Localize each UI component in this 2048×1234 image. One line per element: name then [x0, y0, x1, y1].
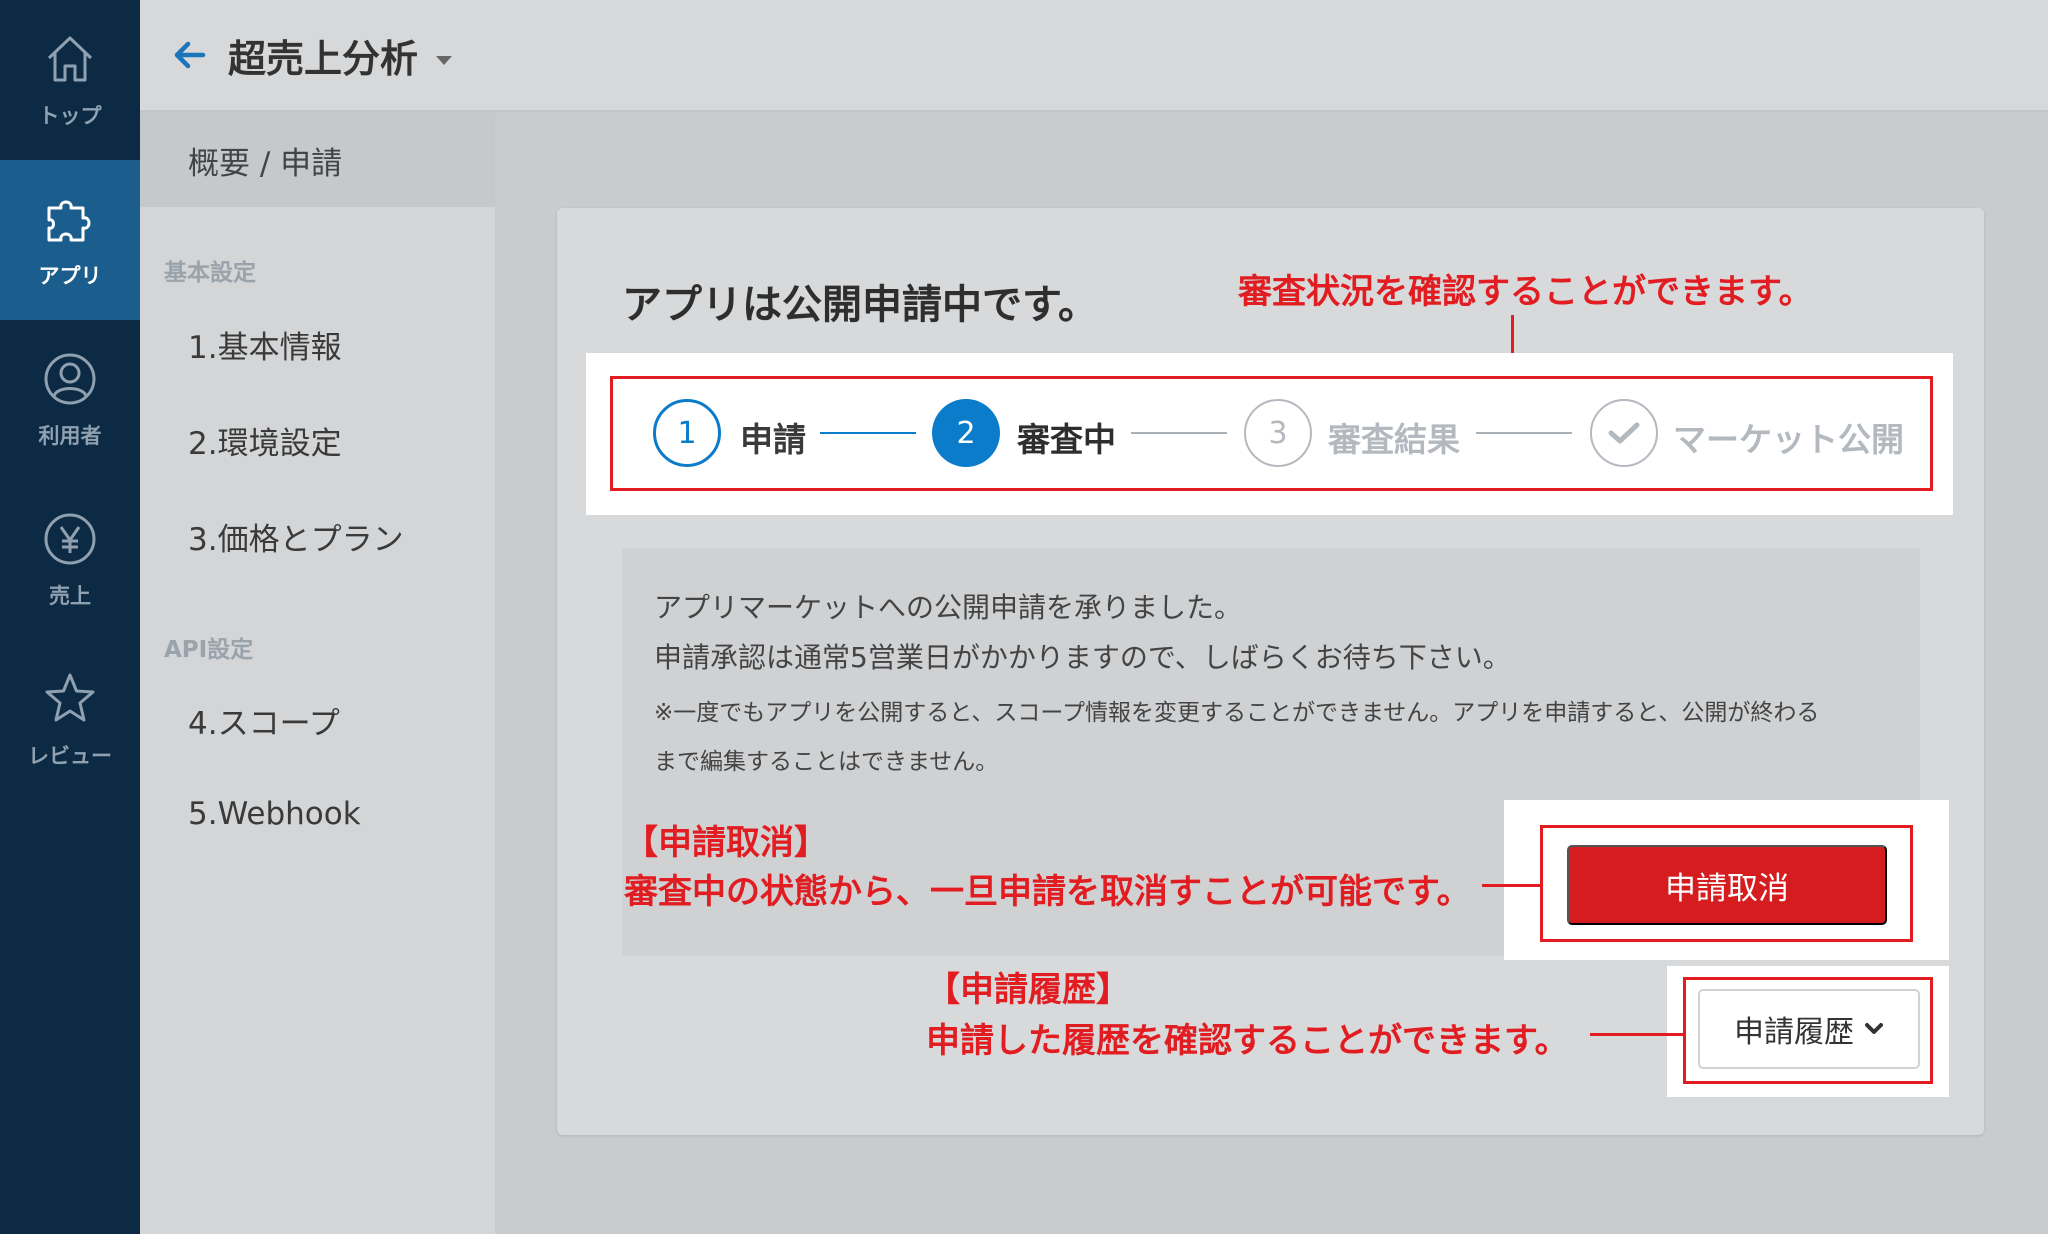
- subnav-item-environment[interactable]: 2.環境設定: [188, 418, 342, 463]
- annotation-cancel-desc: 審査中の状態から、一旦申請を取消すことが可能です。: [624, 872, 1471, 912]
- home-icon: [47, 36, 93, 82]
- step-2-circle: 2: [932, 399, 1000, 467]
- app-switch-chevron-down-icon[interactable]: [436, 55, 453, 65]
- user-icon: [44, 353, 96, 405]
- message-note-2: まで編集することはできません。: [654, 749, 999, 775]
- app-title: 超売上分析: [228, 36, 419, 81]
- puzzle-icon: [47, 200, 91, 242]
- rail-item-users[interactable]: 利用者: [0, 320, 140, 480]
- star-icon: [45, 673, 95, 722]
- subnav-item-webhook[interactable]: 5.Webhook: [188, 796, 361, 832]
- rail-item-top[interactable]: トップ: [0, 0, 140, 160]
- history-button-label: 申請履歴: [1734, 1016, 1854, 1049]
- check-icon: [1608, 422, 1640, 444]
- step-1-circle: 1: [653, 399, 721, 467]
- settings-subnav: 概要 / 申請 基本設定 1.基本情報 2.環境設定 3.価格とプラン API設…: [140, 113, 495, 1234]
- subnav-section-api: API設定: [164, 637, 254, 663]
- annotation-history-connector: [1590, 1033, 1685, 1036]
- rail-label-top: トップ: [38, 104, 102, 128]
- step-1-label: 申請: [740, 420, 806, 459]
- message-note-1: ※一度でもアプリを公開すると、スコープ情報を変更することができません。アプリを申…: [654, 700, 1820, 726]
- step-2-label: 審査中: [1017, 420, 1116, 459]
- chevron-down-icon: [1865, 1023, 1883, 1034]
- step-3-label: 審査結果: [1328, 420, 1460, 459]
- subnav-item-scope[interactable]: 4.スコープ: [188, 698, 340, 743]
- cancel-application-button[interactable]: 申請取消: [1567, 845, 1887, 925]
- subnav-item-overview[interactable]: 概要 / 申請: [140, 113, 495, 207]
- annotation-cancel-title: 【申請取消】: [624, 823, 828, 863]
- message-line-2: 申請承認は通常5営業日がかかりますので、しばらくお待ち下さい。: [654, 641, 1511, 674]
- page-title: アプリは公開申請中です。: [622, 282, 1098, 328]
- step-4-label: マーケット公開: [1673, 420, 1904, 459]
- step-4-circle: [1590, 399, 1658, 467]
- arrow-left-icon: [174, 41, 206, 69]
- yen-icon: [44, 513, 96, 565]
- annotation-history-desc: 申請した履歴を確認することができます。: [926, 1021, 1569, 1061]
- subnav-item-pricing[interactable]: 3.価格とプラン: [188, 514, 404, 559]
- annotation-history-title: 【申請履歴】: [926, 970, 1130, 1010]
- annotation-cancel-connector: [1482, 884, 1540, 887]
- rail-label-sales: 売上: [49, 584, 91, 608]
- annotation-status: 審査状況を確認することができます。: [1238, 272, 1813, 312]
- subnav-item-basic-info[interactable]: 1.基本情報: [188, 322, 342, 367]
- history-dropdown-button[interactable]: 申請履歴: [1698, 989, 1920, 1069]
- app-rail: トップ アプリ 利用者 売上 レビュー: [0, 0, 140, 1234]
- message-line-1: アプリマーケットへの公開申請を承りました。: [654, 591, 1243, 624]
- step-connector-3: [1476, 432, 1572, 434]
- step-3-circle: 3: [1244, 399, 1312, 467]
- rail-label-review: レビュー: [28, 744, 112, 768]
- rail-label-app: アプリ: [38, 264, 102, 288]
- rail-item-sales[interactable]: 売上: [0, 480, 140, 640]
- back-button[interactable]: [168, 33, 212, 77]
- rail-item-app[interactable]: アプリ: [0, 160, 140, 320]
- top-header: 超売上分析: [140, 0, 2048, 112]
- step-connector-2: [1131, 432, 1227, 434]
- rail-item-review[interactable]: レビュー: [0, 640, 140, 800]
- step-connector-1: [820, 432, 916, 434]
- rail-label-users: 利用者: [38, 424, 102, 448]
- subnav-section-basic: 基本設定: [164, 260, 256, 286]
